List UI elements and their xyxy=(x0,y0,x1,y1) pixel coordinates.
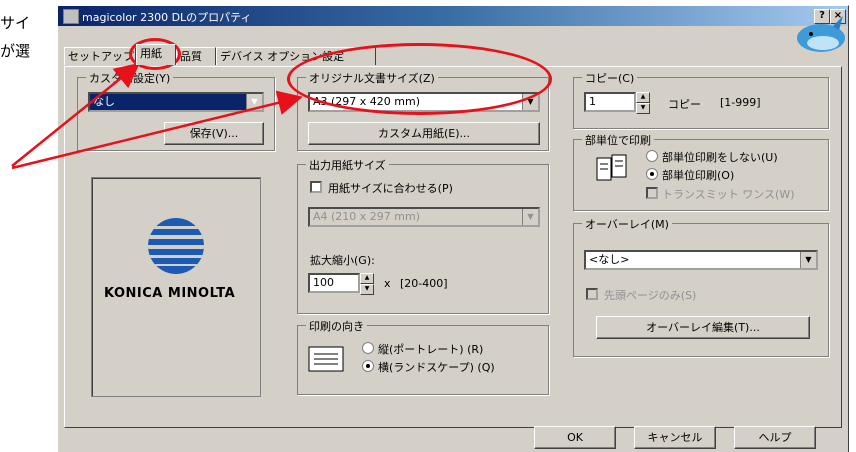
arrow-to-paper-tab xyxy=(11,62,140,167)
annotation-arrows xyxy=(11,62,303,170)
tab-paper[interactable]: 用紙 xyxy=(136,44,176,65)
